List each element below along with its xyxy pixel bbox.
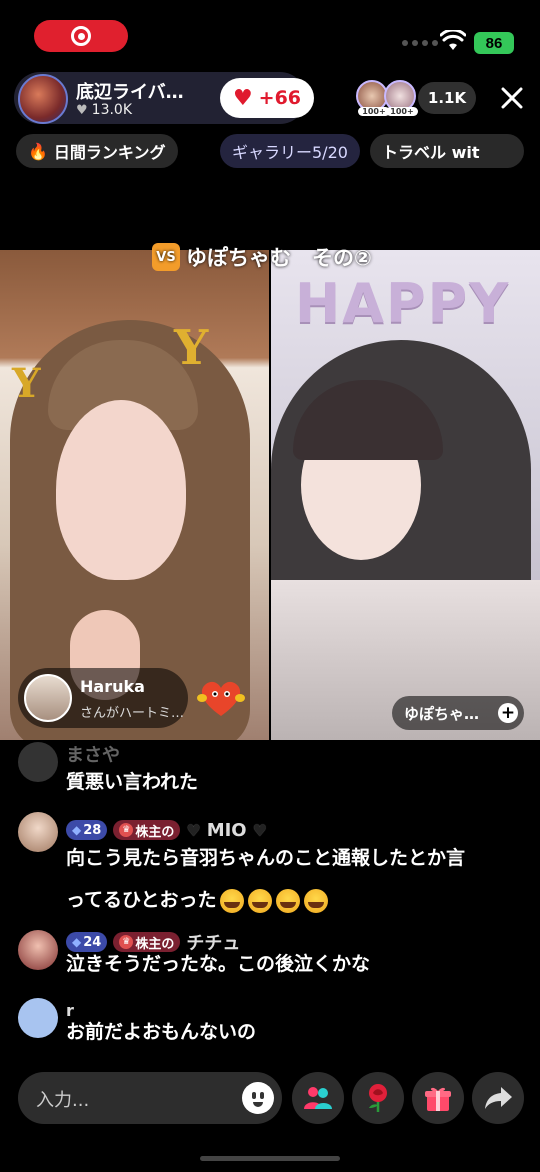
comment-input[interactable]: 入力... bbox=[18, 1072, 282, 1124]
crown-icon: ♛ bbox=[119, 823, 134, 837]
comment-avatar[interactable] bbox=[18, 998, 58, 1038]
comment-text-line: ってるひとおった bbox=[66, 878, 329, 922]
fire-icon: 🔥 bbox=[28, 141, 48, 161]
viewer-badge: 100+ bbox=[386, 107, 418, 116]
daily-ranking-chip[interactable]: 🔥 日間ランキング bbox=[16, 134, 178, 168]
comment-text-line: 向こう見たら音羽ちゃんのこと通報したとか言 bbox=[66, 847, 466, 869]
daily-ranking-label: 日間ランキング bbox=[53, 143, 166, 162]
comment-feed[interactable]: まさや 質悪い言われた ◆ 28 ♛ 株主の ♥ MIO ♥ 向こう見たら音羽ちゃん… bbox=[0, 742, 540, 1062]
viewer-count[interactable]: 1.1K bbox=[418, 82, 476, 114]
comment-text-line2: ってるひとおった bbox=[66, 889, 217, 911]
gift-button[interactable] bbox=[412, 1072, 464, 1124]
host-avatar[interactable] bbox=[18, 74, 68, 124]
gift-notification[interactable]: Haruka さんがハートミ… bbox=[18, 668, 188, 728]
battle-title: VS ゆぽちゃむ その② bbox=[152, 242, 372, 272]
like-button-label: +66 bbox=[258, 87, 302, 109]
comment-avatar[interactable] bbox=[18, 812, 58, 852]
record-icon bbox=[71, 26, 91, 46]
share-button[interactable] bbox=[472, 1072, 524, 1124]
diamond-icon: ◆ bbox=[72, 823, 82, 837]
emoji-icon[interactable] bbox=[242, 1082, 274, 1114]
opponent-streamer-name: ゆぽちゃ… bbox=[404, 704, 480, 723]
screen-record-indicator[interactable] bbox=[34, 20, 128, 52]
travel-chip[interactable]: トラベル wit bbox=[370, 134, 524, 168]
like-button[interactable]: ♥ +66 bbox=[220, 78, 314, 118]
gallery-chip[interactable]: ギャラリー5/20 bbox=[220, 134, 360, 168]
right-stream-video[interactable]: HAPPY bbox=[271, 250, 540, 740]
laughing-emoji-icon bbox=[248, 888, 273, 913]
balloon-letter: Y bbox=[174, 320, 209, 376]
rose-gift-button[interactable] bbox=[352, 1072, 404, 1124]
vs-badge: VS bbox=[152, 243, 180, 271]
host-likes: ♥ 13.0K bbox=[76, 102, 132, 118]
gift-icon bbox=[425, 1087, 451, 1111]
signal-dots-icon bbox=[402, 40, 438, 46]
streamer-face bbox=[56, 400, 186, 580]
laughing-emoji-icon bbox=[220, 888, 245, 913]
top-viewers[interactable]: 100+ 100+ bbox=[356, 80, 418, 116]
battle-title-text: ゆぽちゃむ その② bbox=[186, 246, 372, 270]
opponent-streamer-tag[interactable]: ゆぽちゃ… + bbox=[392, 696, 524, 730]
comment-text: 泣きそうだったな。この後泣くかな bbox=[66, 953, 371, 975]
comment-avatar[interactable] bbox=[18, 742, 58, 782]
host-info[interactable]: 底辺ライバ… ♥ 13.0K ♥ +66 bbox=[14, 72, 314, 124]
happy-balloon: HAPPY bbox=[295, 272, 511, 335]
gifter-name: Haruka bbox=[80, 677, 145, 696]
host-likes-count: 13.0K bbox=[91, 102, 133, 118]
heart-icon: ♥ bbox=[232, 85, 253, 111]
gifter-action: さんがハートミ… bbox=[80, 706, 185, 721]
laughing-emoji-icon bbox=[304, 888, 329, 913]
bottom-toolbar: 入力... bbox=[0, 1070, 540, 1130]
wifi-icon bbox=[440, 30, 466, 50]
comment-text: 質悪い言われた bbox=[66, 771, 199, 793]
home-indicator bbox=[200, 1156, 340, 1161]
status-bar: 86 bbox=[0, 0, 540, 64]
travel-label: トラベル wit bbox=[382, 143, 480, 162]
host-name: 底辺ライバ… bbox=[76, 82, 184, 103]
battery-indicator: 86 bbox=[474, 32, 514, 54]
comment-input-placeholder: 入力... bbox=[36, 1090, 90, 1111]
viewer-avatar[interactable]: 100+ bbox=[384, 80, 418, 116]
gallery-label: ギャラリー5/20 bbox=[232, 143, 348, 162]
rose-icon bbox=[369, 1084, 387, 1112]
share-icon bbox=[485, 1087, 512, 1109]
close-icon[interactable] bbox=[496, 82, 528, 114]
heart-character-gift-icon bbox=[197, 681, 245, 716]
laughing-emoji-icon bbox=[276, 888, 301, 913]
comment-text: お前だよおもんないの bbox=[66, 1021, 257, 1043]
follow-plus-icon[interactable]: + bbox=[498, 703, 518, 723]
balloon-letter: Y bbox=[12, 360, 41, 407]
collab-icon bbox=[304, 1087, 332, 1109]
comment-avatar[interactable] bbox=[18, 930, 58, 970]
gifter-avatar bbox=[24, 674, 72, 722]
collab-button[interactable] bbox=[292, 1072, 344, 1124]
heart-icon: ♥ bbox=[76, 102, 88, 118]
left-stream-video[interactable]: Y Y bbox=[0, 250, 269, 740]
